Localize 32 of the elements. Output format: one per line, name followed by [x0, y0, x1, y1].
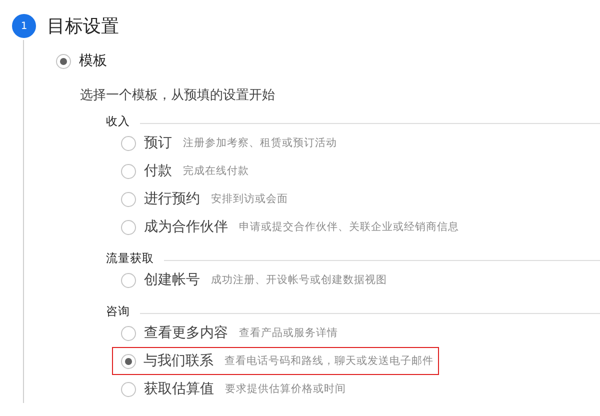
- option-label: 获取估算值: [144, 380, 214, 398]
- group-heading: 收入: [106, 114, 130, 129]
- option-label: 与我们联系: [144, 352, 214, 370]
- radio-button[interactable]: [121, 192, 136, 206]
- option-label: 查看更多内容: [144, 324, 228, 342]
- radio-button[interactable]: [121, 136, 136, 150]
- radio-button[interactable]: [121, 382, 136, 396]
- radio-label: 模板: [79, 52, 107, 70]
- radio-button[interactable]: [121, 220, 136, 234]
- option-description: 申请或提交合作伙伴、关联企业或经销商信息: [239, 220, 459, 234]
- option-label: 创建帐号: [144, 271, 200, 289]
- radio-button[interactable]: [121, 326, 136, 340]
- option-label: 付款: [144, 162, 172, 180]
- radio-button[interactable]: [121, 164, 136, 178]
- group-heading: 咨询: [106, 304, 130, 319]
- option-description: 查看电话号码和路线，聊天或发送电子邮件: [224, 354, 434, 368]
- template-description: 选择一个模板，从预填的设置开始: [80, 87, 276, 104]
- option-description: 安排到访或会面: [211, 192, 288, 206]
- radio-button[interactable]: [120, 354, 136, 368]
- option-description: 要求提供估算价格或时间: [225, 382, 346, 396]
- option-description: 注册参加考察、租赁或预订活动: [183, 136, 337, 150]
- radio-button[interactable]: [121, 272, 136, 288]
- radio-button[interactable]: [56, 54, 71, 68]
- group-heading: 流量获取: [106, 251, 154, 266]
- section-title: 目标设置: [47, 15, 119, 38]
- option-description: 成功注册、开设帐号或创建数据视图: [211, 273, 387, 287]
- option-label: 成为合作伙伴: [144, 218, 228, 236]
- step-number-badge: 1: [12, 14, 36, 38]
- option-label: 预订: [144, 134, 172, 152]
- option-label: 进行预约: [144, 190, 200, 208]
- option-description: 查看产品或服务详情: [239, 326, 338, 340]
- option-description: 完成在线付款: [183, 164, 249, 178]
